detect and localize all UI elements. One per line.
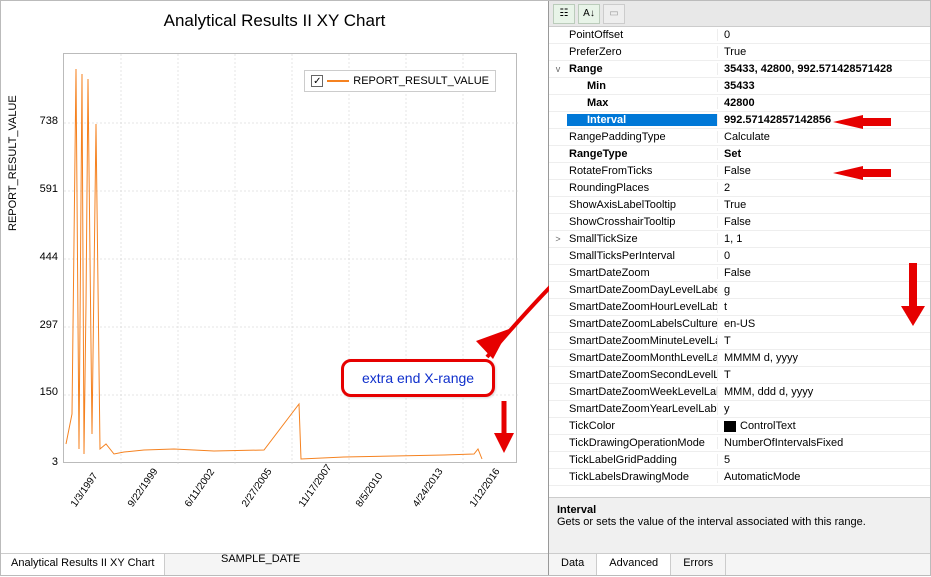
desc-text: Gets or sets the value of the interval a… [557,516,922,528]
pg-value[interactable]: 1, 1 [717,233,930,245]
pg-row-smartdatezoommonthlevellabel[interactable]: SmartDateZoomMonthLevelLabelMMMM d, yyyy [549,350,930,367]
pg-value[interactable]: 42800 [717,97,930,109]
pg-value[interactable]: False [717,165,930,177]
pg-name[interactable]: PreferZero [567,46,717,58]
pg-value[interactable]: 992.57142857142856 [717,114,930,126]
pg-row-roundingplaces[interactable]: RoundingPlaces2 [549,180,930,197]
tab-advanced[interactable]: Advanced [597,553,671,575]
pg-name[interactable]: SmartDateZoomMinuteLevelLabel [567,335,717,347]
pg-row-smartdatezoomweeklevellabel[interactable]: SmartDateZoomWeekLevelLabelMMM, ddd d, y… [549,384,930,401]
pg-value[interactable]: True [717,46,930,58]
expand-icon[interactable]: v [549,64,567,74]
pg-name[interactable]: SmartDateZoomWeekLevelLabel [567,386,717,398]
pg-name[interactable]: SmartDateZoomDayLevelLabel [567,284,717,296]
pg-value[interactable]: AutomaticMode [717,471,930,483]
pg-row-rangetype[interactable]: RangeTypeSet [549,146,930,163]
pg-value[interactable]: T [717,335,930,347]
tab-data[interactable]: Data [549,554,597,575]
pg-name[interactable]: SmartDateZoomYearLevelLabel [567,403,717,415]
pg-row-interval[interactable]: Interval992.57142857142856 [549,112,930,129]
pg-name[interactable]: SmallTicksPerInterval [567,250,717,262]
tab-errors[interactable]: Errors [671,554,726,575]
property-grid[interactable]: PointOffset0PreferZeroTruevRange35433, 4… [549,27,930,497]
pg-value[interactable]: 35433, 42800, 992.571428571428 [717,63,930,75]
property-pages-button[interactable]: ▭ [603,4,625,24]
pg-row-ticklabelgridpadding[interactable]: TickLabelGridPadding5 [549,452,930,469]
pg-value[interactable]: ControlText [717,420,930,432]
pg-value[interactable]: y [717,403,930,415]
pg-value[interactable]: 0 [717,250,930,262]
pg-row-ticklabelsdrawingmode[interactable]: TickLabelsDrawingModeAutomaticMode [549,469,930,486]
pg-value[interactable]: Set [717,148,930,160]
pg-name[interactable]: ShowCrosshairTooltip [567,216,717,228]
pg-row-pointoffset[interactable]: PointOffset0 [549,27,930,44]
pg-row-smartdatezoomhourlevellabel[interactable]: SmartDateZoomHourLevelLabelt [549,299,930,316]
pg-name[interactable]: RotateFromTicks [567,165,717,177]
pg-name[interactable]: SmartDateZoomSecondLevelLabel [567,369,717,381]
pg-name[interactable]: SmartDateZoomHourLevelLabel [567,301,717,313]
pg-name[interactable]: RangeType [567,148,717,160]
right-tabstrip: Data Advanced Errors [549,553,930,575]
pg-name[interactable]: TickColor [567,420,717,432]
pg-name[interactable]: SmartDateZoomMonthLevelLabel [567,352,717,364]
pg-row-smartdatezoomsecondlevellabel[interactable]: SmartDateZoomSecondLevelLabelT [549,367,930,384]
pg-value[interactable]: MMMM d, yyyy [717,352,930,364]
pg-name[interactable]: PointOffset [567,29,717,41]
pg-row-smallticksize[interactable]: >SmallTickSize1, 1 [549,231,930,248]
pg-name[interactable]: TickLabelGridPadding [567,454,717,466]
pg-value[interactable]: NumberOfIntervalsFixed [717,437,930,449]
pg-value[interactable]: T [717,369,930,381]
pg-value[interactable]: 2 [717,182,930,194]
pg-row-preferzero[interactable]: PreferZeroTrue [549,44,930,61]
pg-name[interactable]: TickDrawingOperationMode [567,437,717,449]
sort-button[interactable]: A↓ [578,4,600,24]
pg-value[interactable]: False [717,267,930,279]
pg-row-rangepaddingtype[interactable]: RangePaddingTypeCalculate [549,129,930,146]
pg-name[interactable]: Range [567,63,717,75]
pg-name[interactable]: ShowAxisLabelTooltip [567,199,717,211]
pg-value[interactable]: en-US [717,318,930,330]
categorized-button[interactable]: ☷ [553,4,575,24]
pg-name[interactable]: SmallTickSize [567,233,717,245]
pg-row-showcrosshairtooltip[interactable]: ShowCrosshairTooltipFalse [549,214,930,231]
pg-name[interactable]: RangePaddingType [567,131,717,143]
chart-panel: Analytical Results II XY Chart REPORT_RE… [1,1,548,553]
pg-row-min[interactable]: Min35433 [549,78,930,95]
expand-icon[interactable]: > [549,234,567,244]
propertygrid-toolbar: ☷ A↓ ▭ [549,1,930,27]
pg-row-tickcolor[interactable]: TickColorControlText [549,418,930,435]
pg-value[interactable]: 0 [717,29,930,41]
pg-value[interactable]: g [717,284,930,296]
desc-name: Interval [557,504,922,516]
pg-name[interactable]: Interval [567,114,717,126]
pg-name[interactable]: Max [567,97,717,109]
pg-row-range[interactable]: vRange35433, 42800, 992.571428571428 [549,61,930,78]
pg-name[interactable]: SmartDateZoom [567,267,717,279]
pg-row-smartdatezoom[interactable]: SmartDateZoomFalse [549,265,930,282]
pg-row-max[interactable]: Max42800 [549,95,930,112]
pg-row-smartdatezoomlabelsculture[interactable]: SmartDateZoomLabelsCultureen-US [549,316,930,333]
pg-row-smartdatezoomyearlevellabel[interactable]: SmartDateZoomYearLevelLabely [549,401,930,418]
pg-row-smartdatezoomdaylevellabel[interactable]: SmartDateZoomDayLevelLabelg [549,282,930,299]
pg-name[interactable]: Min [567,80,717,92]
pg-value[interactable]: True [717,199,930,211]
pg-name[interactable]: RoundingPlaces [567,182,717,194]
pg-name[interactable]: TickLabelsDrawingMode [567,471,717,483]
pg-value[interactable]: Calculate [717,131,930,143]
pg-value[interactable]: False [717,216,930,228]
pg-row-tickdrawingoperationmode[interactable]: TickDrawingOperationModeNumberOfInterval… [549,435,930,452]
pg-value[interactable]: 5 [717,454,930,466]
pg-row-smallticksperinterval[interactable]: SmallTicksPerInterval0 [549,248,930,265]
pg-value[interactable]: MMM, ddd d, yyyy [717,386,930,398]
pg-name[interactable]: SmartDateZoomLabelsCulture [567,318,717,330]
pg-row-showaxislabeltooltip[interactable]: ShowAxisLabelTooltipTrue [549,197,930,214]
pg-value[interactable]: 35433 [717,80,930,92]
color-swatch [724,421,736,432]
pg-row-smartdatezoomminutelevellabel[interactable]: SmartDateZoomMinuteLevelLabelT [549,333,930,350]
pg-row-rotatefromticks[interactable]: RotateFromTicksFalse [549,163,930,180]
pg-value[interactable]: t [717,301,930,313]
property-description: Interval Gets or sets the value of the i… [549,497,930,553]
annotation-arrows [1,1,549,577]
